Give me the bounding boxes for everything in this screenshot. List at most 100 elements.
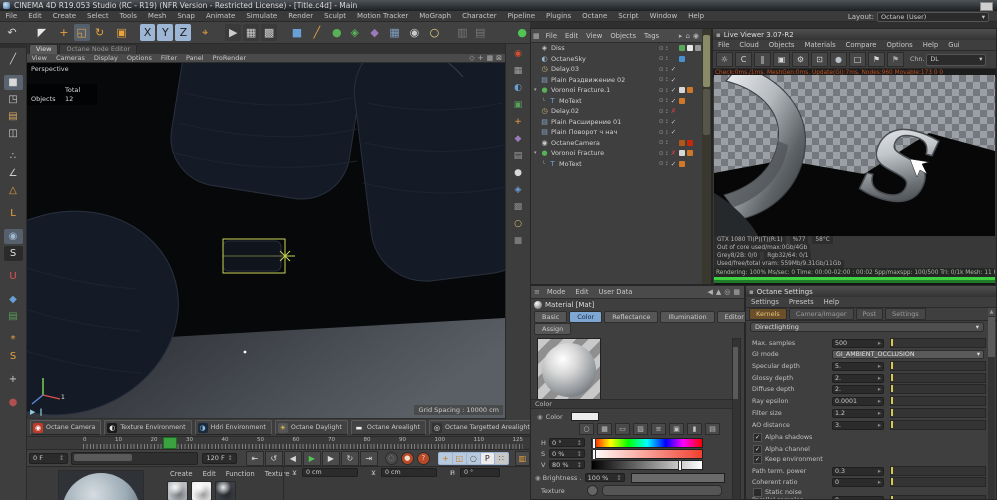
key-rotation-toggle[interactable]: ○ bbox=[467, 453, 480, 464]
spinner-icon[interactable]: ↕ bbox=[227, 454, 232, 462]
saturation-handle[interactable] bbox=[592, 449, 596, 460]
side-tab[interactable] bbox=[703, 89, 710, 135]
tag-icon[interactable] bbox=[695, 77, 701, 83]
viewport-maximize-icon[interactable]: ▦ bbox=[487, 54, 494, 62]
workplane-mode-icon[interactable]: ◫ bbox=[4, 126, 23, 141]
visibility-dots-icon[interactable]: : bbox=[666, 118, 668, 125]
shelf-render-icon[interactable]: ◉ bbox=[510, 47, 527, 61]
menu-item[interactable]: Help bbox=[683, 12, 710, 20]
shelf-pattern-icon[interactable]: ▩ bbox=[510, 200, 527, 214]
undo-button[interactable]: ↶ bbox=[4, 24, 20, 41]
tab-illumination[interactable]: Illumination bbox=[660, 311, 714, 323]
coord-position-field[interactable]: 0 cm bbox=[302, 468, 358, 477]
ae-up-icon[interactable]: ▲ bbox=[716, 288, 721, 296]
lv-menu-item[interactable]: Gui bbox=[943, 41, 964, 49]
shelf-deform-icon[interactable]: ◆ bbox=[510, 132, 527, 146]
parallel-samples-slider[interactable] bbox=[890, 495, 986, 500]
enable-state-icon[interactable]: ✓ bbox=[670, 97, 677, 105]
shelf-block-icon[interactable]: ■ bbox=[510, 234, 527, 248]
tag-icon[interactable] bbox=[679, 119, 685, 125]
object-row-plain-povorot[interactable]: ▤ Plain Поворот ч нач ⊙ : ✓ bbox=[531, 127, 703, 138]
tag-icon[interactable] bbox=[679, 66, 685, 72]
edges-mode-icon[interactable]: ∠ bbox=[4, 166, 23, 181]
model-mode-icon[interactable]: ■ bbox=[4, 75, 23, 90]
key-parameter-toggle[interactable]: P bbox=[481, 453, 494, 464]
lv-menu-item[interactable]: Options bbox=[881, 41, 917, 49]
lv-pick-material-button[interactable]: ⚑ bbox=[887, 52, 904, 67]
color-swatches-icon[interactable]: ▮ bbox=[687, 423, 702, 435]
timeline-scroll-handle[interactable] bbox=[74, 454, 132, 461]
lv-lock-button[interactable]: ⊡ bbox=[811, 52, 828, 67]
lv-settings-button[interactable]: ⚙ bbox=[792, 52, 809, 67]
menu-item[interactable]: MoGraph bbox=[414, 12, 457, 20]
menu-item[interactable]: Simulate bbox=[241, 12, 283, 20]
layout-select[interactable]: Octane (User) ▾ bbox=[877, 12, 989, 22]
object-row-delay-03[interactable]: ◷ Delay.03 ⊙ : ✓ bbox=[531, 64, 703, 75]
viewport-menu-item[interactable]: ProRender bbox=[208, 54, 250, 62]
quantize-icon[interactable]: ◆ bbox=[4, 292, 23, 307]
lock-z-button[interactable]: Z bbox=[175, 24, 191, 41]
key-position-toggle[interactable]: + bbox=[439, 453, 452, 464]
enable-state-icon[interactable]: ✓ bbox=[670, 86, 677, 94]
tag-icon[interactable] bbox=[695, 56, 701, 62]
live-selection-tool[interactable]: ◤ bbox=[34, 24, 50, 41]
last-used-tool[interactable]: ▣ bbox=[114, 24, 130, 41]
display-mode-icon-2[interactable]: ▤ bbox=[472, 24, 488, 41]
tag-icon[interactable] bbox=[679, 98, 685, 104]
tag-icon[interactable] bbox=[679, 56, 685, 62]
record-disabled-button[interactable]: ◌ bbox=[385, 452, 398, 465]
lv-region-button[interactable]: ▣ bbox=[773, 52, 790, 67]
lock-y-button[interactable]: Y bbox=[157, 24, 173, 41]
layer-icon[interactable]: ⊙ bbox=[659, 129, 664, 136]
object-axis-mode-icon[interactable]: ◳ bbox=[4, 92, 23, 107]
layer-icon[interactable]: ⊙ bbox=[659, 87, 664, 94]
enable-state-icon[interactable]: ✓ bbox=[670, 160, 677, 168]
tag-icon[interactable] bbox=[695, 45, 701, 51]
autokey-button[interactable]: ? bbox=[417, 452, 430, 465]
octane-badge-icon[interactable]: S bbox=[4, 349, 23, 364]
tag-icon[interactable] bbox=[679, 129, 685, 135]
coherent-ratio-slider[interactable] bbox=[890, 477, 986, 487]
spinner-icon[interactable]: ▸ bbox=[878, 398, 881, 405]
color-sliders-icon[interactable]: ≡ bbox=[651, 423, 666, 435]
om-menu-item[interactable]: Edit bbox=[561, 32, 582, 40]
brightness-slider[interactable] bbox=[631, 473, 725, 483]
max-samples-slider[interactable] bbox=[890, 338, 986, 348]
menu-item[interactable]: Snap bbox=[172, 12, 201, 20]
layer-icon[interactable]: ⊙ bbox=[659, 97, 664, 104]
material-thumb-dark[interactable] bbox=[215, 481, 236, 500]
lock-x-button[interactable]: X bbox=[140, 24, 156, 41]
ao-distance-slider[interactable] bbox=[890, 420, 986, 430]
shelf-add-icon[interactable]: + bbox=[510, 115, 527, 129]
ae-filter-icon[interactable]: ▦ bbox=[733, 288, 740, 296]
spinner-icon[interactable]: ↕ bbox=[59, 454, 64, 462]
viewport-menu-item[interactable]: Filter bbox=[156, 54, 181, 62]
deformer-button[interactable]: ◆ bbox=[367, 24, 383, 41]
shelf-grid-icon[interactable]: ▣ bbox=[510, 98, 527, 112]
tab-kernels[interactable]: Kernels bbox=[749, 308, 787, 320]
tag-icon[interactable] bbox=[695, 140, 701, 146]
material-thumb-white[interactable] bbox=[191, 481, 212, 500]
ao-distance-field[interactable]: 3.▸ bbox=[832, 421, 884, 430]
menu-item[interactable]: Create bbox=[47, 12, 81, 20]
spinner-icon[interactable]: ▸ bbox=[878, 468, 881, 475]
spinner-icon[interactable]: ▸ bbox=[878, 497, 881, 500]
tag-icon[interactable] bbox=[679, 150, 685, 156]
attribute-scrollbar[interactable] bbox=[732, 338, 741, 500]
hue-handle[interactable] bbox=[592, 438, 596, 449]
specular-depth-field[interactable]: 5.▸ bbox=[832, 362, 884, 371]
menu-item[interactable]: Character bbox=[457, 12, 503, 20]
menu-item[interactable]: Tools bbox=[114, 12, 142, 20]
om-search-icon[interactable]: ◉ bbox=[693, 32, 699, 40]
visibility-dots-icon[interactable]: : bbox=[666, 45, 668, 52]
octane-settings-title-bar[interactable]: ▪ Octane Settings bbox=[746, 286, 996, 297]
window-control-button[interactable] bbox=[980, 2, 993, 11]
tag-icon[interactable] bbox=[687, 129, 693, 135]
om-menu-item[interactable]: Objects bbox=[606, 32, 640, 40]
tab-camera-imager[interactable]: Camera/Imager bbox=[789, 308, 854, 320]
coordinate-system-button[interactable]: ⌖ bbox=[197, 24, 213, 41]
object-row-plain-razdvizhenie[interactable]: ▤ Plain Раздвижение 02 ⊙ : ✓ bbox=[531, 75, 703, 86]
value-slider[interactable] bbox=[591, 460, 703, 470]
add-cube-button[interactable]: ■ bbox=[289, 24, 305, 41]
path-term-slider[interactable] bbox=[890, 466, 986, 476]
